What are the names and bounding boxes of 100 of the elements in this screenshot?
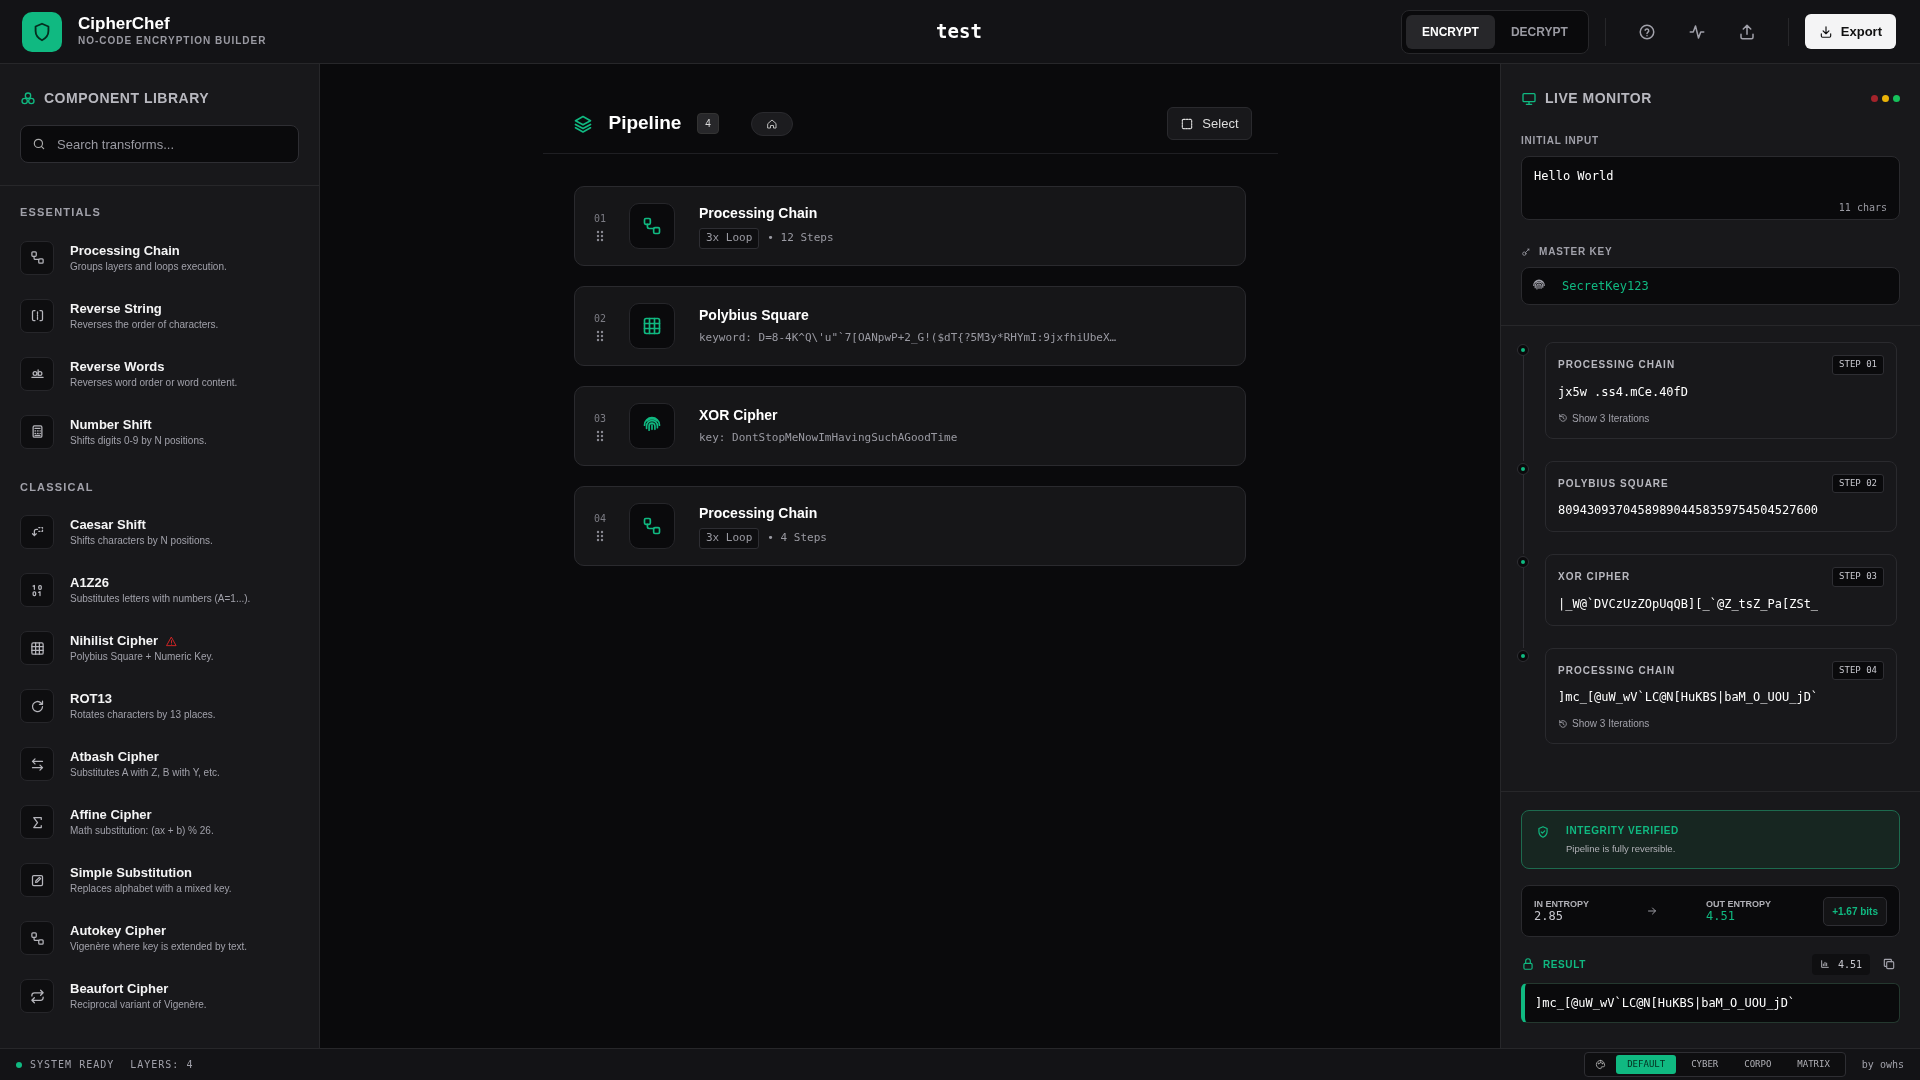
component-description: Vigenère where key is extended by text. (70, 940, 248, 954)
integrity-title: INTEGRITY VERIFIED (1566, 824, 1679, 838)
integrity-message: Pipeline is fully reversible. (1566, 842, 1677, 856)
key-field[interactable]: SecretKey123 (1521, 267, 1900, 305)
step-number: 03 (594, 411, 607, 426)
document-title: test (936, 20, 982, 43)
component-description: Reciprocal variant of Vigenère. (70, 998, 207, 1012)
library-item[interactable]: ROT13 Rotates characters by 13 places. (0, 677, 319, 735)
layer-count: LAYERS: 4 (130, 1058, 194, 1072)
theme-option[interactable]: CYBER (1680, 1054, 1730, 1075)
char-count: 11 chars (1837, 201, 1887, 215)
underlined-circles-icon (29, 366, 45, 381)
library-item[interactable]: Affine Cipher Math substitution: (ax + b) % 26. (0, 793, 319, 851)
library-item[interactable]: Caesar Shift Shifts characters by N positions. (0, 503, 319, 561)
calculator-icon (29, 424, 45, 439)
home-button[interactable] (750, 111, 793, 136)
section-heading: CLASSICAL (19, 479, 95, 495)
component-name: Reverse Words (70, 357, 165, 376)
step-tag: STEP 01 (1832, 355, 1884, 375)
step-tag: STEP 03 (1832, 567, 1884, 587)
input-field[interactable]: Hello World 11 chars (1521, 156, 1900, 220)
search-field[interactable]: Search transforms... (20, 125, 299, 163)
component-name: Number Shift (70, 415, 152, 434)
pipeline-step-card[interactable]: 02 Polybius Square keyword: D=8-4K^Q\'u"`7[OANpwP+2_G!($dT{?5M3y*RHYmI:9jxfhiUbeX… (574, 286, 1246, 366)
lock-icon (1521, 957, 1535, 972)
timeline-dot (1517, 556, 1529, 568)
app-name: CipherChef (78, 14, 171, 34)
mode-tab[interactable]: DECRYPT (1494, 14, 1584, 49)
timeline-dot (1517, 344, 1529, 356)
step-tag: STEP 04 (1832, 660, 1884, 680)
component-description: Shifts digits 0-9 by N positions. (70, 433, 207, 447)
theme-option[interactable]: MATRIX (1786, 1054, 1841, 1075)
component-description: Math substitution: (ax + b) % 26. (70, 824, 214, 838)
entropy-delta: +1.67 bits (1823, 896, 1887, 926)
iterations-link[interactable]: Show 3 Iterations (1558, 716, 1650, 731)
library-item[interactable]: Number Shift Shifts digits 0-9 by N positions. (0, 402, 319, 461)
drag-handle-icon[interactable] (596, 429, 604, 442)
help-icon (1637, 22, 1656, 41)
history-icon (1558, 413, 1568, 423)
theme-option[interactable]: CORPO (1733, 1054, 1783, 1075)
library-item[interactable]: A1Z26 Substitutes letters with numbers (A=1...). (0, 561, 319, 619)
section-heading: ESSENTIALS (19, 205, 103, 220)
status-dot (16, 1061, 22, 1068)
component-name: Autokey Cipher (70, 922, 167, 940)
upload-icon (1737, 22, 1756, 41)
grid-icon (29, 640, 45, 656)
step-count: 4 (697, 113, 719, 134)
library-item[interactable]: Processing Chain Groups layers and loops execution. (0, 228, 319, 287)
step-number: 04 (594, 511, 607, 526)
component-name: Processing Chain (70, 241, 180, 260)
panel-title: COMPONENT LIBRARY (44, 89, 210, 108)
trace-title: PROCESSING CHAIN (1558, 358, 1676, 373)
trace-output: 809430937045898904458359754504527600 (1558, 502, 1820, 519)
arrow-right-icon (1646, 905, 1658, 918)
bar-chart-icon (1819, 959, 1830, 970)
theme-option[interactable]: DEFAULT (1616, 1054, 1677, 1075)
drag-handle-icon[interactable] (596, 529, 604, 542)
step-detail: key: DontStopMeNowImHavingSuchAGoodTime (699, 430, 958, 447)
step-name: Polybius Square (699, 306, 810, 326)
search-icon (32, 137, 46, 151)
component-description: Substitutes A with Z, B with Y, etc. (70, 766, 220, 780)
trace-title: PROCESSING CHAIN (1558, 663, 1676, 678)
result-label: RESULT (1543, 957, 1586, 972)
component-description: Reverses word order or word content. (70, 375, 238, 389)
library-item[interactable]: Simple Substitution Replaces alphabet with a mixed key. (0, 851, 319, 909)
palette-icon (1595, 1059, 1607, 1070)
library-item[interactable]: Nihilist Cipher Polybius Square + Numeric Key. (0, 619, 319, 677)
export-button[interactable]: Export (1804, 13, 1896, 50)
home-icon (765, 117, 778, 130)
component-name: A1Z26 (70, 574, 110, 592)
library-item[interactable]: Atbash Cipher Substitutes A with Z, B with Y, etc. (0, 735, 319, 793)
entropy-value: 4.51 (1706, 909, 1736, 924)
pipeline-step-card[interactable]: 04 Processing Chain 3x Loop • 4 Steps (574, 486, 1246, 566)
mode-tab[interactable]: ENCRYPT (1406, 14, 1495, 49)
timeline-dot (1517, 462, 1529, 475)
trace-output: jx5w .ss4.mCe.40fD (1558, 383, 1690, 401)
step-detail: • 4 Steps (767, 530, 827, 547)
library-item[interactable]: Reverse Words Reverses word order or word content. (0, 344, 319, 403)
select-button[interactable]: Select (1167, 106, 1252, 141)
linked-squares-icon (29, 250, 45, 265)
iterations-link[interactable]: Show 3 Iterations (1558, 410, 1650, 426)
step-number: 01 (594, 211, 607, 226)
step-tag: STEP 02 (1832, 473, 1884, 493)
drag-handle-icon[interactable] (596, 329, 604, 342)
linked-squares-icon (29, 930, 45, 946)
layers-icon (572, 113, 593, 134)
field-label: MASTER KEY (1539, 245, 1613, 259)
library-item[interactable]: Reverse String Reverses the order of characters. (0, 286, 319, 345)
step-name: XOR Cipher (699, 406, 779, 426)
pipeline-step-card[interactable]: 01 Processing Chain 3x Loop • 12 Steps (574, 186, 1246, 266)
library-item[interactable]: Autokey Cipher Vigenère where key is extended by text. (0, 909, 319, 967)
activity-icon (1687, 22, 1706, 41)
cluster-icon (20, 90, 36, 107)
panel-title: LIVE MONITOR (1545, 89, 1652, 108)
loop-tag: 3x Loop (699, 528, 760, 549)
library-item[interactable]: Beaufort Cipher Reciprocal variant of Vigenère. (0, 967, 319, 1025)
pipeline-step-card[interactable]: 03 XOR Cipher key: DontStopMeNowImHavingSuchAGoodTime (574, 386, 1246, 466)
drag-handle-icon[interactable] (596, 229, 604, 242)
component-name: Caesar Shift (70, 516, 146, 534)
result-output: ]mc_[@uW_wV`LC@N[HuKBS|baM_O_UOU_jD` (1521, 983, 1900, 1024)
